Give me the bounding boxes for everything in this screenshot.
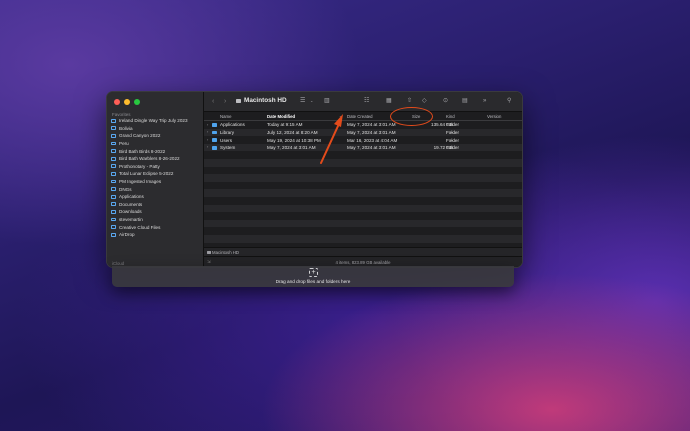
annotation-arrow (320, 114, 343, 164)
